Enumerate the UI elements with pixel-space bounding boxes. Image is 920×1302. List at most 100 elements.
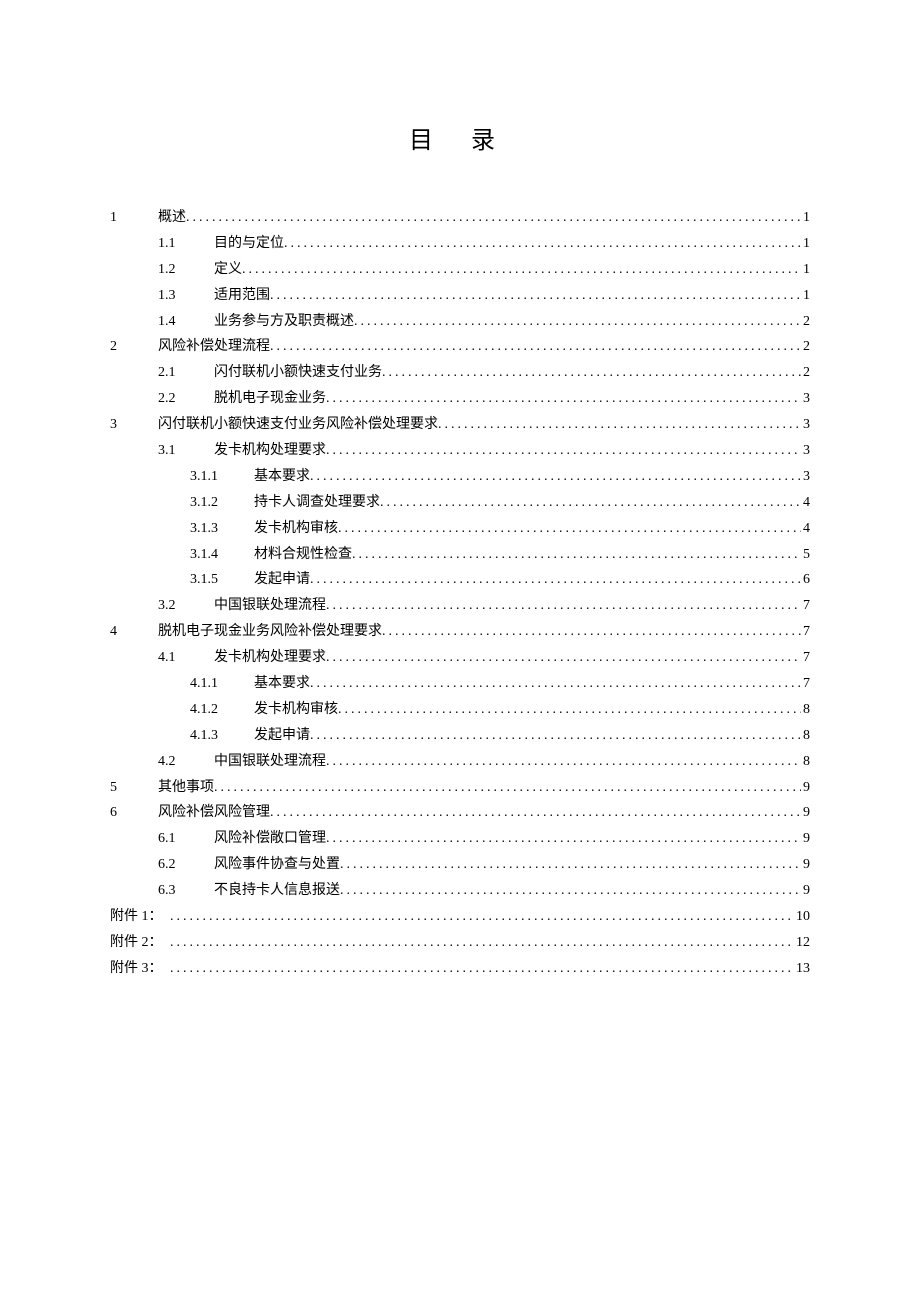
toc-entry: 3.1.5发起申请6 [110,567,810,593]
toc-entry: 3闪付联机小额快速支付业务风险补偿处理要求3 [110,412,810,438]
toc-entry-number: 3 [110,412,158,438]
toc-entry: 4.1.1基本要求7 [110,671,810,697]
toc-entry: 3.1发卡机构处理要求 3 [110,438,810,464]
toc-entry-number: 3.2 [158,593,214,619]
toc-leader-dots [338,697,801,723]
toc-entry-title: 脱机电子现金业务风险补偿处理要求 [158,619,382,645]
toc-leader-dots [340,852,801,878]
toc-entry: 6.3不良持卡人信息报送 9 [110,878,810,904]
toc-leader-dots [326,749,801,775]
toc-entry-page: 9 [801,826,810,852]
toc-leader-dots [170,956,794,982]
toc-leader-dots [354,309,801,335]
toc-entry-page: 9 [801,852,810,878]
toc-entry: 3.1.4材料合规性检查5 [110,542,810,568]
toc-title: 目 录 [110,120,810,155]
toc-entry-page: 3 [801,464,810,490]
toc-entry-title: 风险补偿风险管理 [158,800,270,826]
toc-entry-page: 13 [794,956,810,982]
toc-entry-page: 2 [801,309,810,335]
toc-entry-number: 3.1.3 [190,516,254,542]
toc-entry-page: 7 [801,645,810,671]
toc-entry-number: 6.1 [158,826,214,852]
toc-entry-page: 7 [801,619,810,645]
document-page: 目 录 1概述11.1目的与定位11.2定义11.3适用范围11.4业务参与方及… [0,0,920,982]
toc-entry-number: 1.2 [158,257,214,283]
toc-entry-page: 3 [801,438,810,464]
toc-entry-page: 1 [801,257,810,283]
toc-entry-title: 定义 [214,257,242,283]
toc-entry-number: 4.1.1 [190,671,254,697]
toc-entry-page: 3 [801,412,810,438]
toc-entry-number: 3.1.1 [190,464,254,490]
toc-leader-dots [310,723,801,749]
toc-leader-dots [382,360,801,386]
toc-entry-title: 闪付联机小额快速支付业务 [214,360,382,386]
toc-entry-title: 中国银联处理流程 [214,593,326,619]
toc-leader-dots [170,904,794,930]
toc-entry-number: 6.3 [158,878,214,904]
toc-entry: 1.4业务参与方及职责概述2 [110,309,810,335]
toc-entry-number: 6.2 [158,852,214,878]
toc-entry-number: 6 [110,800,158,826]
toc-entry-number: 1.1 [158,231,214,257]
toc-entry: 1.1目的与定位 1 [110,231,810,257]
toc-entry-page: 2 [801,334,810,360]
toc-entry-title: 风险事件协查与处置 [214,852,340,878]
toc-entry-number: 3.1.5 [190,567,254,593]
toc-entry-title: 其他事项 [158,775,214,801]
toc-entry-page: 9 [801,800,810,826]
toc-entry: 6.1风险补偿敞口管理9 [110,826,810,852]
toc-entry-number: 1 [110,205,158,231]
toc-entry-number: 附件 3： [110,956,170,982]
toc-leader-dots [326,438,801,464]
toc-entry-number: 2.1 [158,360,214,386]
toc-entry: 6.2风险事件协查与处置 9 [110,852,810,878]
toc-entry-number: 3.1 [158,438,214,464]
toc-entry-page: 3 [801,386,810,412]
toc-leader-dots [270,334,801,360]
toc-leader-dots [214,775,801,801]
toc-entry-page: 9 [801,878,810,904]
toc-leader-dots [310,671,801,697]
toc-entry: 2风险补偿处理流程2 [110,334,810,360]
toc-entry-number: 4.1.2 [190,697,254,723]
toc-leader-dots [338,516,801,542]
toc-entry: 4脱机电子现金业务风险补偿处理要求7 [110,619,810,645]
toc-entry-number: 附件 1： [110,904,170,930]
toc-entry: 4.1.2发卡机构审核8 [110,697,810,723]
toc-leader-dots [326,645,801,671]
toc-entry: 3.1.2持卡人调查处理要求4 [110,490,810,516]
toc-entry-title: 目的与定位 [214,231,284,257]
toc-entry-title: 脱机电子现金业务 [214,386,326,412]
toc-entry: 附件 2：12 [110,930,810,956]
toc-entry-title: 发卡机构处理要求 [214,438,326,464]
toc-entry: 6风险补偿风险管理 9 [110,800,810,826]
toc-entry-title: 闪付联机小额快速支付业务风险补偿处理要求 [158,412,438,438]
toc-leader-dots [380,490,801,516]
toc-entry-title: 发卡机构处理要求 [214,645,326,671]
toc-entry: 2.1闪付联机小额快速支付业务2 [110,360,810,386]
toc-entry-number: 2 [110,334,158,360]
toc-entry-title: 不良持卡人信息报送 [214,878,340,904]
toc-entry: 3.1.3发卡机构审核4 [110,516,810,542]
toc-leader-dots [270,283,801,309]
toc-entry-title: 适用范围 [214,283,270,309]
toc-entry-page: 10 [794,904,810,930]
toc-entry-page: 1 [801,205,810,231]
toc-leader-dots [170,930,794,956]
toc-entry-number: 5 [110,775,158,801]
toc-entry-page: 8 [801,697,810,723]
toc-leader-dots [326,386,801,412]
toc-entry-title: 持卡人调查处理要求 [254,490,380,516]
toc-leader-dots [310,567,801,593]
toc-entry-page: 7 [801,671,810,697]
toc-entry-page: 1 [801,231,810,257]
toc-entry: 5其他事项9 [110,775,810,801]
toc-entry-title: 概述 [158,205,186,231]
toc-entry-title: 中国银联处理流程 [214,749,326,775]
toc-entry-title: 发卡机构审核 [254,516,338,542]
toc-entry-page: 8 [801,749,810,775]
toc-entry-title: 发起申请 [254,723,310,749]
toc-body: 1概述11.1目的与定位11.2定义11.3适用范围11.4业务参与方及职责概述… [110,205,810,982]
